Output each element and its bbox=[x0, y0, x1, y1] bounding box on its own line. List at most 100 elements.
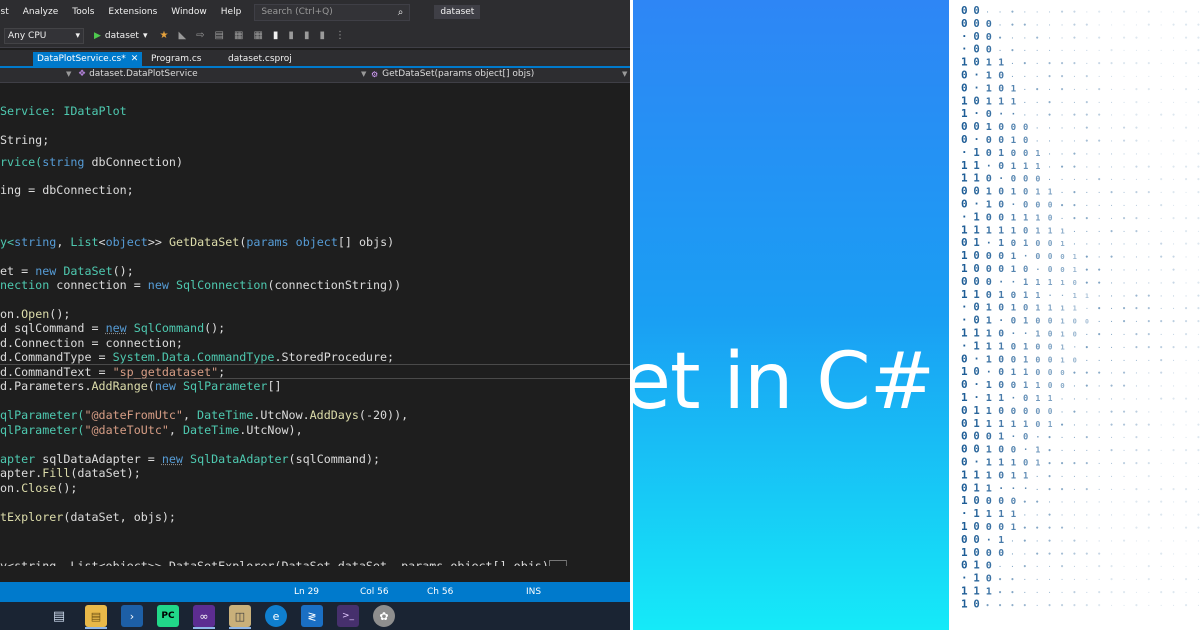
member-dropdown[interactable]: ⚙ GetDataSet(params object[] objs) bbox=[371, 69, 534, 79]
step-icon[interactable]: ⇨ bbox=[196, 30, 204, 41]
binary-digit: 1 bbox=[973, 211, 979, 223]
binary-digit: · bbox=[1135, 267, 1139, 274]
debug-icon[interactable]: ◣ bbox=[178, 30, 186, 41]
terminal-icon[interactable]: >_ bbox=[337, 605, 359, 627]
binary-digit: 0 bbox=[1023, 175, 1028, 185]
binary-digit: • bbox=[1035, 35, 1039, 42]
binary-digit: · bbox=[1060, 99, 1064, 106]
binary-digit: 1 bbox=[1035, 148, 1040, 158]
task-view-icon[interactable]: ▤ bbox=[48, 605, 70, 627]
binary-digit: · bbox=[973, 70, 979, 82]
binary-digit: • bbox=[1110, 48, 1114, 55]
comment-icon[interactable]: ▦ bbox=[234, 30, 243, 41]
magnifier-icon[interactable]: ⌕ bbox=[398, 7, 404, 18]
code-editor[interactable]: Service: IDataPlot String; rvice(string db… bbox=[0, 84, 630, 580]
binary-digit: 0 bbox=[998, 264, 1004, 275]
binary-digit: · bbox=[1073, 74, 1077, 81]
code-line: ing = dbConnection; bbox=[0, 183, 134, 197]
binary-digit: 0 bbox=[986, 109, 992, 120]
search-input[interactable]: Search (Ctrl+Q) ⌕ bbox=[254, 3, 411, 21]
binary-digit: 0 bbox=[1048, 213, 1053, 222]
binary-digit: • bbox=[1073, 35, 1077, 42]
binary-digit: · bbox=[1035, 74, 1039, 81]
active-app-indicator bbox=[193, 627, 215, 629]
binary-digit: • bbox=[1085, 461, 1089, 468]
file-explorer-icon[interactable]: ▤ bbox=[85, 605, 107, 627]
tab-program[interactable]: Program.cs bbox=[147, 52, 205, 67]
binary-digit: 0 bbox=[1011, 496, 1017, 507]
class-dropdown[interactable]: ❖ dataset.DataPlotService bbox=[78, 69, 198, 79]
format-icon[interactable]: ▤ bbox=[215, 30, 224, 41]
chevron-down-icon[interactable]: ▼ bbox=[622, 70, 627, 78]
menu-item-help[interactable]: Help bbox=[214, 7, 249, 17]
run-button[interactable]: ▶ dataset ▾ bbox=[94, 31, 147, 41]
tab-dataplotservice[interactable]: DataPlotService.cs* ✕ bbox=[33, 52, 143, 67]
platform-dropdown[interactable]: Any CPU ▾ bbox=[4, 27, 84, 44]
binary-digit: 0 bbox=[973, 31, 979, 43]
code-token: et = bbox=[0, 264, 36, 278]
binary-digit: · bbox=[1073, 138, 1077, 145]
status-ch: Ch 56 bbox=[427, 587, 454, 597]
menu-item-extensions[interactable]: Extensions bbox=[101, 7, 164, 17]
chevron-down-icon[interactable]: ▼ bbox=[66, 70, 71, 78]
menu-item-analyze[interactable]: Analyze bbox=[16, 7, 65, 17]
code-line: on.Open(); bbox=[0, 307, 70, 321]
binary-digit: 1 bbox=[1011, 83, 1017, 94]
binary-digit: • bbox=[1135, 306, 1139, 313]
binary-digit: · bbox=[1097, 357, 1101, 364]
binary-digit: 1 bbox=[973, 147, 979, 159]
binary-digit: · bbox=[1085, 35, 1089, 42]
visual-studio-icon[interactable]: ∞ bbox=[193, 605, 215, 627]
binary-digit: · bbox=[1184, 512, 1188, 519]
powershell-icon[interactable]: › bbox=[121, 605, 143, 627]
binary-digit: · bbox=[1184, 564, 1188, 571]
binary-digit: · bbox=[1110, 332, 1114, 339]
binary-digit: · bbox=[1060, 577, 1064, 584]
binary-digit: · bbox=[1048, 164, 1052, 171]
binary-digit: • bbox=[1048, 512, 1052, 519]
member-name: GetDataSet(params object[] objs) bbox=[382, 69, 535, 79]
menu-item-test[interactable]: est bbox=[0, 7, 16, 17]
binary-digit: • bbox=[1184, 22, 1188, 29]
more-icon[interactable]: ⋮ bbox=[335, 30, 345, 41]
binary-digit: · bbox=[1184, 151, 1188, 158]
bookmark-prev-icon[interactable]: ▮ bbox=[288, 30, 294, 41]
binary-digit: · bbox=[1147, 538, 1151, 545]
pycharm-icon[interactable]: PC bbox=[157, 605, 179, 627]
tab-dataset-csproj[interactable]: dataset.csproj bbox=[224, 52, 296, 67]
binary-digit: • bbox=[1184, 577, 1188, 584]
binary-digit: · bbox=[1159, 525, 1163, 532]
code-token: , bbox=[168, 423, 183, 437]
binary-digit: · bbox=[1085, 241, 1089, 248]
status-insert-mode[interactable]: INS bbox=[526, 587, 541, 597]
uncomment-icon[interactable]: ▦ bbox=[253, 30, 262, 41]
bookmark-clear-icon[interactable]: ▮ bbox=[319, 30, 325, 41]
binary-digit: 0 bbox=[986, 148, 992, 159]
binary-digit: 0 bbox=[1035, 419, 1040, 429]
binary-digit: · bbox=[1097, 577, 1101, 584]
menu-item-tools[interactable]: Tools bbox=[65, 7, 101, 17]
menu-item-window[interactable]: Window bbox=[164, 7, 214, 17]
binary-digit: • bbox=[1135, 486, 1139, 493]
bookmark-icon[interactable]: ▮ bbox=[273, 30, 279, 41]
hot-reload-icon[interactable]: ★ bbox=[159, 30, 168, 41]
close-icon[interactable]: ✕ bbox=[131, 54, 139, 64]
binary-digit: · bbox=[1184, 383, 1188, 390]
edge-icon[interactable]: e bbox=[265, 605, 287, 627]
binary-digit: 1 bbox=[961, 597, 968, 610]
chevron-down-icon[interactable]: ▼ bbox=[361, 70, 366, 78]
vscode-icon[interactable]: ≷ bbox=[301, 605, 323, 627]
binary-digit: · bbox=[1073, 512, 1077, 519]
binary-digit: • bbox=[1097, 564, 1101, 571]
ssms-icon[interactable]: ◫ bbox=[229, 605, 251, 627]
binary-digit: · bbox=[1097, 435, 1101, 442]
binary-digit: • bbox=[1035, 499, 1039, 506]
bookmark-next-icon[interactable]: ▮ bbox=[304, 30, 310, 41]
binary-digit: • bbox=[1159, 512, 1163, 519]
collapsed-region-box[interactable] bbox=[548, 560, 567, 566]
binary-digit: • bbox=[1172, 254, 1176, 261]
network-tool-icon[interactable]: ✿ bbox=[373, 605, 395, 627]
binary-digit: · bbox=[1073, 241, 1077, 248]
binary-digit: · bbox=[961, 572, 968, 585]
binary-digit: • bbox=[1184, 319, 1188, 326]
